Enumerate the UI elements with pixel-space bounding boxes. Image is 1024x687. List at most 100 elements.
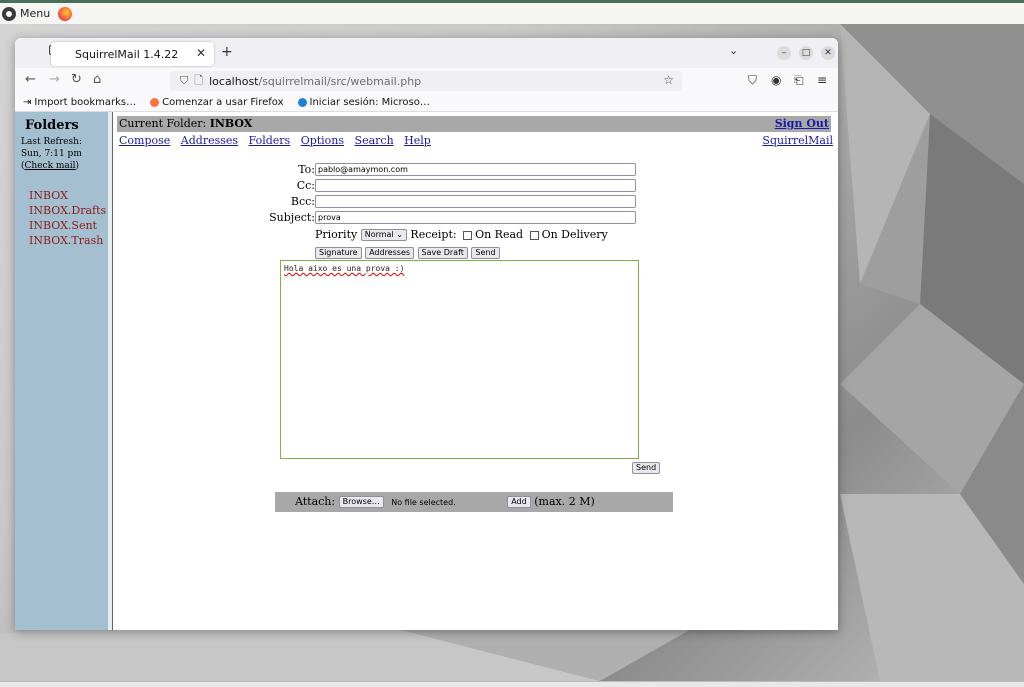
sign-out-link[interactable]: Sign Out [775,116,829,132]
current-folder-bar: Current Folder: INBOX Sign Out [117,116,831,132]
import-icon: ⇥ [23,97,32,108]
folder-inbox[interactable]: INBOX [29,188,108,203]
folders-link[interactable]: Folders [249,134,291,147]
pocket-icon[interactable]: ⛉ [748,73,757,88]
shield-icon[interactable]: ⛉ [180,74,188,88]
priority-row: Priority Normal ⌄ Receipt: On Read On De… [315,228,635,242]
subject-row: Subject: prova [245,211,645,225]
check-mail-link[interactable]: Check mail [25,161,76,171]
on-read-checkbox[interactable] [463,230,473,240]
firefox-icon[interactable] [58,6,73,21]
bookmarks-toolbar: ⇥ Import bookmarks… Comenzar a usar Firef… [15,94,838,112]
navigation-bar: ← → ↻ ⌂ ⛉ 🗋 localhost/squirrelmail/src/w… [15,68,838,94]
system-top-panel: Menu [0,0,1024,24]
cc-label: Cc: [296,179,315,192]
send-button[interactable]: Send [471,247,500,259]
attach-label: Attach: [295,495,336,508]
top-menu: Compose Addresses Folders Options Search… [119,134,438,147]
compose-link[interactable]: Compose [119,134,170,147]
priority-value: Normal [364,230,394,239]
folder-drafts[interactable]: INBOX.Drafts [29,203,108,218]
on-delivery-label: On Delivery [541,228,608,241]
message-body-text: Hola aixo es una prova :) [284,264,405,273]
reload-icon[interactable]: ↻ [71,72,82,87]
url-bar[interactable]: ⛉ 🗋 localhost/squirrelmail/src/webmail.p… [170,71,682,91]
close-window-icon[interactable]: ✕ [821,46,835,60]
forward-icon[interactable]: → [49,72,60,87]
priority-label: Priority [315,228,358,241]
subject-label: Subject: [269,211,315,224]
url-host: localhost [209,74,259,88]
bookmark-star-icon[interactable]: ☆ [663,73,674,87]
to-row: To: pablo@amaymon.com [245,163,645,177]
max-size-label: (max. 2 M) [534,495,595,508]
bcc-field[interactable] [315,195,636,208]
hamburger-menu-icon[interactable]: ≡ [817,73,827,87]
cloud-icon [297,98,307,107]
close-tab-icon[interactable]: ✕ [196,46,206,60]
squirrelmail-link[interactable]: SquirrelMail [762,134,833,147]
last-refresh-time: Sun, 7:11 pm [21,149,82,159]
folder-list: INBOX INBOX.Drafts INBOX.Sent INBOX.Tras… [29,188,108,248]
extensions-icon[interactable]: ⎗ [794,73,804,88]
addresses-button[interactable]: Addresses [365,247,415,259]
folder-trash[interactable]: INBOX.Trash [29,233,108,248]
page-info-icon[interactable]: 🗋 [194,72,203,91]
page-content: Folders Last Refresh: Sun, 7:11 pm (Chec… [15,112,838,630]
bcc-row: Bcc: [245,195,645,209]
on-read-label: On Read [475,228,524,241]
bookmark-firefox[interactable]: Comenzar a usar Firefox [150,97,284,108]
options-link[interactable]: Options [301,134,344,147]
tab-strip: SquirrelMail 1.4.22 ✕ + ⌄ – □ ✕ [15,38,838,68]
menu-label[interactable]: Menu [20,7,50,20]
bookmark-microsoft[interactable]: Iniciar sesión: Microso… [297,97,430,108]
folders-title: Folders [25,118,79,133]
send-bottom-button[interactable]: Send [632,462,661,474]
bookmark-label: Iniciar sesión: Microso… [309,97,430,108]
bookmark-label: Import bookmarks… [34,97,137,108]
url-path: /squirrelmail/src/webmail.php [258,74,422,88]
on-delivery-checkbox[interactable] [529,230,539,240]
cc-field[interactable] [315,179,636,192]
chevron-down-icon: ⌄ [396,230,403,239]
check-mail-wrapper: (Check mail) [21,161,80,171]
compose-buttons: Signature Addresses Save Draft Send [315,246,635,260]
tab-title: SquirrelMail 1.4.22 [75,47,179,61]
receipt-label: Receipt: [410,228,457,241]
back-icon[interactable]: ← [25,72,36,87]
attach-bar: Attach: Browse… No file selected. Add (m… [275,492,673,512]
search-link[interactable]: Search [355,134,394,147]
main-pane: Current Folder: INBOX Sign Out Compose A… [112,112,838,630]
to-label: To: [298,163,315,176]
last-refresh: Last Refresh: Sun, 7:11 pm (Check mail) [21,136,108,172]
folder-sent[interactable]: INBOX.Sent [29,218,108,233]
minimize-icon[interactable]: – [777,46,791,60]
save-draft-button[interactable]: Save Draft [417,247,468,259]
last-refresh-label: Last Refresh: [21,137,82,147]
signature-button[interactable]: Signature [315,247,362,259]
taskbar [0,681,1024,687]
maximize-icon[interactable]: □ [799,46,813,60]
bookmark-import[interactable]: ⇥ Import bookmarks… [23,97,136,108]
firefox-icon [150,98,160,107]
bcc-label: Bcc: [290,195,315,208]
to-field[interactable]: pablo@amaymon.com [315,163,636,176]
help-link[interactable]: Help [404,134,431,147]
subject-field[interactable]: prova [315,211,636,224]
priority-select[interactable]: Normal ⌄ [360,229,407,241]
browse-button[interactable]: Browse… [338,496,384,508]
cc-row: Cc: [245,179,645,193]
home-icon[interactable]: ⌂ [93,72,101,87]
add-attachment-button[interactable]: Add [507,496,531,508]
tab-squirrelmail[interactable]: SquirrelMail 1.4.22 ✕ [51,42,214,66]
menu-icon[interactable] [2,6,16,21]
current-folder-label: Current Folder: [119,117,207,130]
folder-pane: Folders Last Refresh: Sun, 7:11 pm (Chec… [15,112,112,630]
message-body[interactable]: Hola aixo es una prova :) [280,260,639,459]
account-icon[interactable]: ◉ [771,73,781,87]
chevron-down-icon[interactable]: ⌄ [729,44,738,57]
bookmark-label: Comenzar a usar Firefox [162,97,284,108]
new-tab-icon[interactable]: + [221,44,233,60]
addresses-link[interactable]: Addresses [181,134,238,147]
browser-window: SquirrelMail 1.4.22 ✕ + ⌄ – □ ✕ ← → ↻ ⌂ … [15,38,838,630]
